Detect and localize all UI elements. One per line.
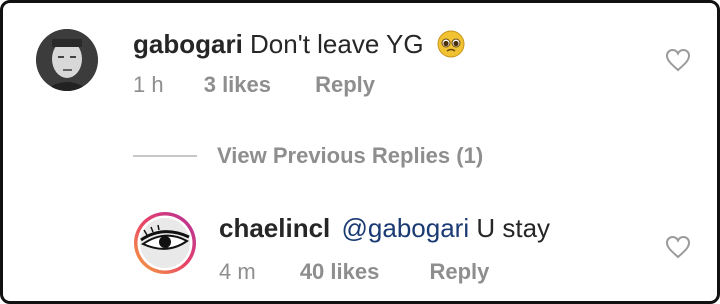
like-heart-icon[interactable] <box>665 235 691 259</box>
pleading-face-emoji-icon <box>437 30 465 58</box>
comment-username[interactable]: gabogari <box>133 29 243 59</box>
reply-username[interactable]: chaelincl <box>219 213 330 243</box>
reply-text: U stay <box>476 213 551 243</box>
comment-time: 1 h <box>133 72 164 97</box>
avatar[interactable] <box>133 211 197 275</box>
reply-button[interactable]: Reply <box>315 72 375 97</box>
reply-mention[interactable]: @gabogari <box>342 213 470 243</box>
divider <box>133 155 197 157</box>
reply-button[interactable]: Reply <box>429 259 489 284</box>
comments-panel: gabogari Don't leave YG 1 h 3 likes Repl… <box>0 0 720 304</box>
avatar-photo-chaelincl <box>134 212 196 274</box>
comment-likes[interactable]: 3 likes <box>204 72 271 97</box>
avatar[interactable] <box>36 29 98 91</box>
view-previous-replies-label[interactable]: View Previous Replies (1) <box>217 143 483 169</box>
view-previous-replies[interactable]: View Previous Replies (1) <box>133 141 483 171</box>
avatar-photo-gabogari <box>36 29 98 91</box>
reply-likes[interactable]: 40 likes <box>300 259 380 284</box>
like-heart-icon[interactable] <box>665 48 691 72</box>
comment-text: Don't leave YG <box>250 29 424 59</box>
reply-time: 4 m <box>219 259 256 284</box>
